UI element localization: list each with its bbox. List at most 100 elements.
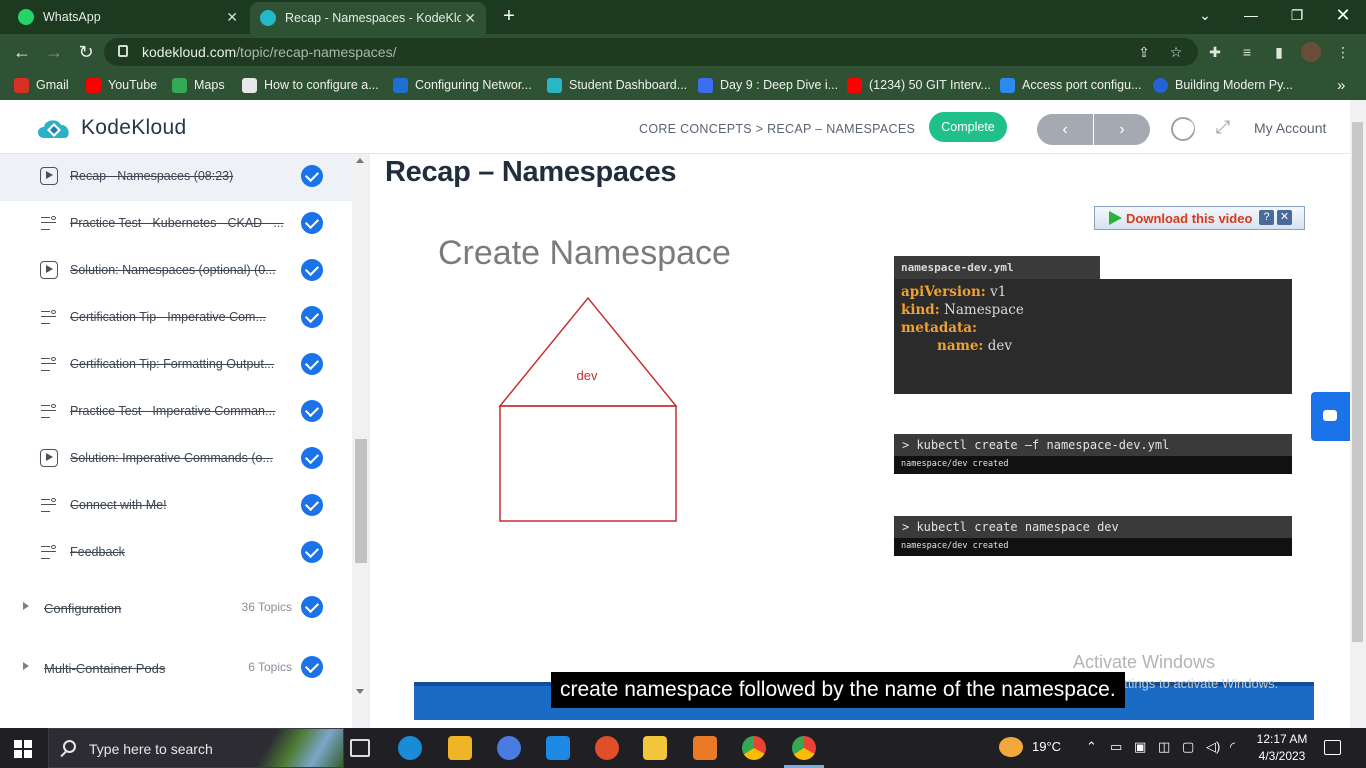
media-icon[interactable]: ≡ [1237, 42, 1257, 62]
scroll-down-arrow-icon[interactable] [356, 689, 364, 694]
bookmark-building-modern[interactable]: Building Modern Py... [1153, 76, 1293, 94]
microsoft-store-icon[interactable] [448, 736, 472, 760]
extensions-icon[interactable]: ✚ [1205, 42, 1225, 62]
taskbar-search-box[interactable]: Type here to search [48, 728, 344, 768]
bookmark-git-interview[interactable]: (1234) 50 GIT Interv... [847, 76, 991, 94]
system-clock[interactable]: 12:17 AM 4/3/2023 [1254, 731, 1310, 765]
reload-button[interactable]: ↻ [73, 40, 99, 64]
device-icon[interactable]: ◫ [1158, 739, 1170, 755]
forward-button[interactable]: → [41, 40, 67, 64]
terminal-block-2: > kubectl create namespace dev namespace… [894, 516, 1292, 556]
dark-mode-icon[interactable] [1171, 117, 1195, 141]
tab-whatsapp[interactable]: WhatsApp ✕ [8, 0, 248, 34]
task-view-icon[interactable] [350, 739, 370, 757]
profile-avatar[interactable] [1301, 42, 1321, 62]
video-caption: create namespace followed by the name of… [551, 672, 1125, 708]
bookmark-youtube[interactable]: YouTube [86, 76, 157, 94]
complete-button[interactable]: Complete [929, 112, 1007, 142]
terminal-output: namespace/dev created [901, 541, 1009, 551]
terminal-command: > kubectl create namespace dev [894, 516, 1292, 538]
weather-temp[interactable]: 19°C [1032, 739, 1061, 754]
minimize-button[interactable]: — [1228, 0, 1274, 32]
sidebar-item-solution-namespaces[interactable]: Solution: Namespaces (optional) (0... [0, 248, 352, 295]
fullscreen-icon[interactable]: ⤢ [1212, 116, 1234, 138]
next-topic-button[interactable]: › [1094, 114, 1150, 145]
windows-taskbar: Type here to search 19°C ⌃ ▭ ▣ ◫ ▢ ◁) ◜ … [0, 728, 1366, 768]
display-icon[interactable]: ▢ [1182, 739, 1194, 755]
bookmark-gmail[interactable]: Gmail [14, 76, 69, 94]
bookmark-configuring-network[interactable]: Configuring Networ... [393, 76, 532, 94]
sidebar-item-feedback[interactable]: Feedback [0, 530, 352, 577]
help-icon[interactable]: ? [1259, 210, 1274, 225]
file-explorer-icon[interactable] [643, 736, 667, 760]
page-scrollbar[interactable] [1350, 100, 1366, 728]
bookmark-day-9[interactable]: Day 9 : Deep Dive i... [698, 76, 838, 94]
kodekloud-logo[interactable]: KodeKloud [34, 114, 186, 142]
sidebar-section-multi-container-pods[interactable]: Multi-Container Pods 6 Topics [0, 648, 352, 688]
more-bookmarks-icon[interactable]: » [1337, 76, 1345, 94]
page-scroll-thumb[interactable] [1352, 122, 1363, 642]
yaml-filename: namespace-dev.yml [894, 256, 1100, 280]
mail-icon[interactable] [546, 736, 570, 760]
clock-time: 12:17 AM [1256, 732, 1308, 746]
sidebar-item-connect[interactable]: Connect with Me! [0, 483, 352, 530]
bookmark-maps[interactable]: Maps [172, 76, 225, 94]
network-icon[interactable]: ▣ [1134, 739, 1146, 755]
bookmark-star-icon[interactable]: ☆ [1166, 42, 1186, 62]
site-header: KodeKloud CORE CONCEPTS > RECAP – NAMESP… [0, 100, 1350, 154]
tab-search-icon[interactable]: ⌄ [1182, 0, 1228, 32]
sidebar-scrollbar[interactable] [352, 154, 369, 728]
app-icon[interactable] [497, 736, 521, 760]
sidebar-item-label: Practice Test - Imperative Comman... [70, 404, 276, 418]
edge-icon[interactable] [398, 736, 422, 760]
sidebar-item-cert-tip-imperative[interactable]: Certification Tip - Imperative Com... [0, 295, 352, 342]
side-panel-icon[interactable]: ▮ [1269, 42, 1289, 62]
sidebar-item-solution-imperative[interactable]: Solution: Imperative Commands (o... [0, 436, 352, 483]
close-tab-icon[interactable]: ✕ [226, 9, 238, 26]
back-button[interactable]: ← [9, 40, 35, 64]
bookmark-how-to-configure[interactable]: How to configure a... [242, 76, 379, 94]
download-video-button[interactable]: Download this video ? ✕ [1094, 206, 1305, 230]
search-placeholder: Type here to search [89, 741, 213, 757]
close-icon[interactable]: ✕ [1277, 210, 1292, 225]
weather-icon[interactable] [999, 737, 1023, 757]
sidebar-item-recap-namespaces[interactable]: Recap - Namespaces (08:23) [0, 154, 352, 201]
search-icon [63, 740, 76, 753]
sidebar-scroll-thumb[interactable] [355, 439, 367, 563]
app-icon-orange[interactable] [693, 736, 717, 760]
chrome-active-icon[interactable] [784, 736, 824, 768]
share-icon[interactable]: ⇪ [1134, 42, 1154, 62]
sidebar-item-practice-test-ckad[interactable]: Practice Test - Kubernetes - CKAD - ... [0, 201, 352, 248]
my-account-link[interactable]: My Account [1254, 120, 1326, 136]
chat-button[interactable] [1311, 392, 1350, 441]
close-tab-icon[interactable]: ✕ [464, 10, 476, 27]
section-label: Configuration [44, 601, 122, 616]
restore-button[interactable]: ❐ [1274, 0, 1320, 32]
chrome-icon[interactable] [742, 736, 766, 760]
new-tab-button[interactable]: + [498, 5, 520, 27]
namespace-house-diagram: dev [498, 296, 678, 522]
volume-icon[interactable]: ◁) [1206, 739, 1220, 755]
close-window-button[interactable]: ✕ [1320, 0, 1366, 32]
show-hidden-icons-icon[interactable]: ⌃ [1086, 739, 1097, 755]
bookmark-student-dashboard[interactable]: Student Dashboard... [547, 76, 687, 94]
app-icon-red[interactable] [595, 736, 619, 760]
scroll-up-arrow-icon[interactable] [356, 158, 364, 163]
notifications-icon[interactable] [1324, 740, 1341, 755]
youtube-icon [847, 77, 862, 93]
sidebar-item-practice-test-imperative[interactable]: Practice Test - Imperative Comman... [0, 389, 352, 436]
menu-icon[interactable]: ⋮ [1333, 42, 1353, 62]
bookmark-access-port[interactable]: Access port configu... [1000, 76, 1142, 94]
wifi-icon[interactable]: ◜ [1230, 739, 1235, 755]
sidebar-item-cert-tip-formatting[interactable]: Certification Tip: Formatting Output... [0, 342, 352, 389]
link-icon [1000, 77, 1015, 93]
gmail-icon [14, 77, 29, 93]
battery-icon[interactable]: ▭ [1110, 739, 1122, 755]
completed-check-icon [301, 447, 323, 469]
prev-topic-button[interactable]: ‹ [1037, 114, 1093, 145]
address-bar[interactable]: kodekloud.com/topic/recap-namespaces/ ⇪ … [104, 38, 1198, 66]
sidebar-item-label: Feedback [70, 545, 125, 559]
tab-kodekloud[interactable]: Recap - Namespaces - KodeKlou ✕ [250, 2, 486, 34]
windows-start-icon[interactable] [14, 740, 32, 758]
sidebar-section-configuration[interactable]: Configuration 36 Topics [0, 588, 352, 628]
